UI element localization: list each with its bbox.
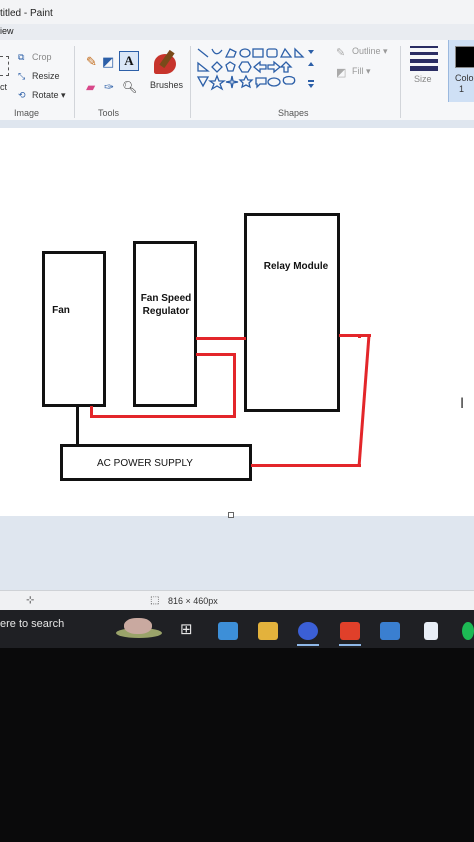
cursor-position-icon: ⊹ [26,595,35,606]
taskbar-search[interactable]: ere to search [0,618,64,630]
canvas-resize-handle[interactable] [228,512,234,518]
file-explorer-icon[interactable] [258,622,278,640]
brave-active-indicator [339,644,361,646]
text-cursor-icon: I [460,396,465,412]
store-icon[interactable] [218,622,238,640]
paint-window: titled - Paint iew ct ⧉ Crop ⤡ Resize ⟲ … [0,0,474,648]
status-bar: ⊹ ⬚ 816 × 460px [0,590,474,611]
wire-diagonal-svg [357,334,371,468]
task-view-icon[interactable]: ⊞ [180,620,193,638]
canvas-dimensions: 816 × 460px [168,596,218,606]
mail-icon[interactable] [380,622,400,640]
monitor-bezel [0,648,474,842]
wire-supply-right [251,464,361,467]
selection-size-icon: ⬚ [150,595,160,606]
wire-relay-to-supply-vertical [357,334,371,468]
spotify-icon[interactable] [462,622,474,640]
brave-icon[interactable] [340,622,360,640]
edge-active-indicator [297,644,319,646]
notepad-icon[interactable] [424,622,438,640]
edge-icon[interactable] [298,622,318,640]
search-highlight-icon[interactable] [110,614,166,644]
